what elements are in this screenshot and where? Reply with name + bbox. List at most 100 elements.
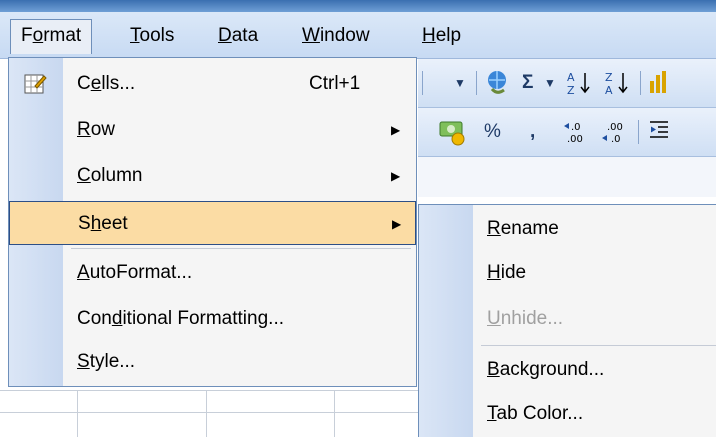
svg-text:Z: Z [567,84,575,97]
svg-text:.00: .00 [607,122,623,133]
submenu-item-unhide-label-b: nhide... [500,308,564,329]
submenu-item-hide-accel: H [487,262,501,283]
submenu-item-background-label: Background... [487,348,604,392]
submenu-item-tab-color-label-b: ab Color... [496,403,584,424]
menu-help[interactable]: Help [412,20,471,52]
format-cells-icon [23,72,47,96]
format-menu: Cells... Ctrl+1 Row ▶ Column ▶ Sheet ▶ A… [8,57,417,387]
submenu-item-rename-accel: R [487,218,501,239]
grid-column-line [334,390,335,437]
decrease-decimal-icon[interactable]: .00.0 [600,118,630,146]
menu-item-cells-shortcut: Ctrl+1 [309,73,361,94]
dropdown-arrow-icon[interactable]: ▼ [454,69,466,97]
menu-tools[interactable]: Tools [120,20,184,52]
sort-descending-icon[interactable]: ZA [604,69,630,97]
sheet-submenu: Rename Hide Unhide... Background... Tab … [418,204,716,437]
menu-window-label: indow [319,25,370,46]
menu-item-row-accel: R [77,119,91,140]
menu-item-cells-accel: e [90,73,102,94]
menu-item-style-label: Style... [77,340,135,384]
svg-text:.0: .0 [571,122,581,133]
standard-toolbar: ▼ Σ ▼ AZ ZA [418,59,716,108]
menu-item-autoformat-label-b: utoFormat... [89,262,193,283]
svg-text:A: A [605,84,613,97]
menu-item-conditional-accel: d [111,308,123,329]
menu-item-sheet[interactable]: Sheet ▶ [9,201,416,245]
formatting-toolbar: % , .0.00 .00.0 [418,108,716,157]
autosum-dropdown-icon[interactable]: ▼ [544,69,556,97]
grid-column-line [206,390,207,437]
submenu-item-rename-label-b: ename [500,218,559,239]
menu-item-column-label-b: olumn [90,165,143,186]
submenu-item-tab-color-label: Tab Color... [487,392,583,436]
formula-bar-area [418,157,716,197]
menu-help-accel: H [422,25,436,46]
menu-item-conditional-label-b: itional Formatting... [122,308,285,329]
menu-item-row-label-b: ow [90,119,116,140]
menu-window[interactable]: Window [292,20,380,52]
currency-style-icon[interactable] [438,118,468,146]
submenu-item-tab-color[interactable]: Tab Color... [419,392,716,436]
menu-item-conditional-label: Conditional Formatting... [77,297,284,341]
submenu-arrow-icon: ▶ [391,123,401,137]
submenu-item-unhide-label: Unhide... [487,297,563,341]
menu-window-accel: W [302,25,320,46]
menu-item-autoformat-label: AutoFormat... [77,251,192,295]
menu-item-row-label: Row [77,108,115,152]
menu-item-row[interactable]: Row ▶ [9,108,416,152]
menu-item-style[interactable]: Style... [9,340,416,384]
submenu-item-hide-label: Hide [487,251,526,295]
percent-style-icon[interactable]: % [484,118,501,146]
svg-text:A: A [567,71,575,84]
menu-item-column-label: Column [77,154,142,198]
chart-wizard-icon[interactable] [648,69,670,97]
title-bar-strip [0,0,716,12]
toolbar-separator [422,71,423,95]
menu-format-accel: o [32,25,44,46]
menu-tools-label: ools [139,25,175,46]
submenu-item-background-accel: B [487,359,500,380]
menu-item-cells[interactable]: Cells... Ctrl+1 [9,62,416,106]
decrease-indent-icon[interactable] [648,118,670,146]
grid-column-line [77,390,78,437]
menu-item-style-label-b: tyle... [89,351,136,372]
menu-item-cells-label-b: lls... [101,73,136,94]
comma-style-icon[interactable]: , [530,118,535,146]
menu-separator [71,248,411,249]
menu-item-sheet-label: Sheet [78,202,128,246]
menu-item-column-accel: C [77,165,91,186]
menu-data-accel: D [218,25,232,46]
menu-tools-accel: T [130,25,140,46]
menu-data[interactable]: Data [208,20,268,52]
submenu-item-unhide-accel: U [487,308,501,329]
svg-text:.00: .00 [567,134,583,145]
hyperlink-icon[interactable] [484,69,510,97]
menu-item-style-accel: S [77,351,90,372]
submenu-item-tab-color-accel: T [487,403,497,424]
submenu-item-unhide: Unhide... [419,297,716,341]
menu-bar: Format Tools Data Window Help [0,12,716,59]
svg-text:.0: .0 [611,134,621,145]
submenu-item-background-label-b: ackground... [499,359,605,380]
sort-ascending-icon[interactable]: AZ [566,69,592,97]
menu-item-conditional-formatting[interactable]: Conditional Formatting... [9,297,416,341]
menu-item-conditional-label-a: Con [77,308,112,329]
submenu-item-hide-label-b: ide [500,262,527,283]
menu-data-label: ata [231,25,259,46]
submenu-item-hide[interactable]: Hide [419,251,716,295]
menu-item-autoformat[interactable]: AutoFormat... [9,251,416,295]
menu-item-cells-label: Cells... [77,62,135,106]
toolbar-separator [640,71,641,95]
menu-item-sheet-label-a: S [78,213,91,234]
autosum-icon[interactable]: Σ [522,69,533,97]
submenu-item-rename[interactable]: Rename [419,207,716,251]
menu-item-sheet-label-b: eet [101,213,128,234]
menu-format[interactable]: Format [10,19,93,54]
menu-help-label: elp [435,25,462,46]
increase-decimal-icon[interactable]: .0.00 [562,118,592,146]
toolbar-separator [476,71,477,95]
submenu-item-background[interactable]: Background... [419,348,716,392]
menu-item-sheet-accel: h [90,213,102,234]
svg-text:Z: Z [605,71,613,84]
menu-item-column[interactable]: Column ▶ [9,154,416,198]
